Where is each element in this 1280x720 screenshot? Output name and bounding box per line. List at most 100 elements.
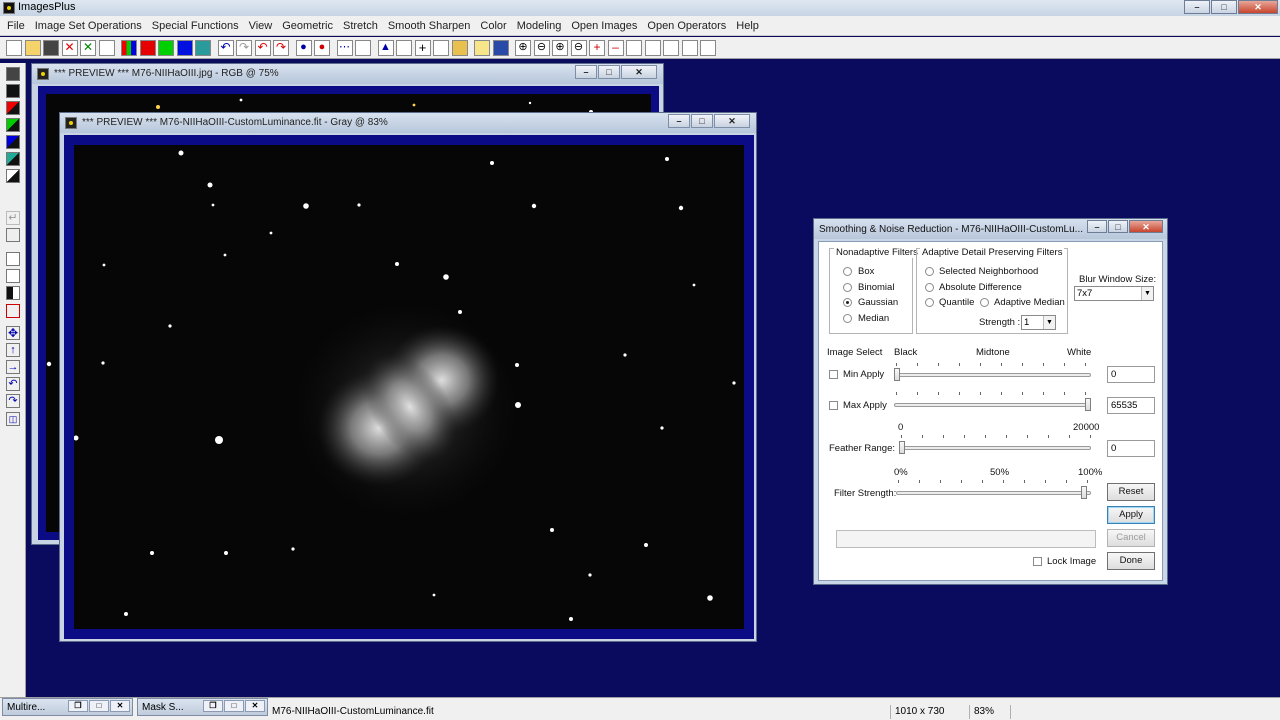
measure-icon[interactable]	[355, 39, 371, 56]
minimized-window-mask[interactable]: Mask S... ❐ □ ✕	[137, 698, 268, 716]
line-tool-icon[interactable]	[6, 228, 20, 242]
arrow-up-icon[interactable]: ↑	[6, 343, 20, 357]
gray-black-icon[interactable]	[6, 169, 20, 183]
rotate-right-icon[interactable]: ↷	[6, 394, 20, 408]
levels-icon[interactable]	[6, 269, 20, 283]
rotate-left-icon[interactable]: ↶	[6, 377, 20, 391]
zoom-in-icon[interactable]: ⊕	[515, 39, 531, 56]
window-tile-icon[interactable]	[644, 39, 661, 56]
close-all-icon[interactable]: ✕	[80, 39, 96, 56]
restore-icon[interactable]: ❐	[68, 700, 88, 712]
dialog-minimize-button[interactable]: –	[1087, 220, 1107, 233]
maximize-icon[interactable]: □	[89, 700, 109, 712]
close-image-icon[interactable]: ✕	[61, 39, 78, 56]
grid-overlay-icon[interactable]	[433, 39, 449, 56]
red-channel-icon[interactable]	[139, 39, 156, 56]
close-icon[interactable]: ✕	[110, 700, 130, 712]
arrow-right-icon[interactable]: →	[6, 360, 20, 374]
menu-view[interactable]: View	[244, 20, 278, 32]
lock-image-checkbox[interactable]	[1033, 557, 1042, 566]
apply-button[interactable]: Apply	[1107, 506, 1155, 524]
black-bar-icon[interactable]	[6, 286, 20, 300]
zoom-out-icon[interactable]: ⊖	[533, 39, 550, 56]
min-apply-slider-track[interactable]	[894, 373, 1091, 377]
curves-icon[interactable]	[396, 39, 412, 56]
max-apply-slider-track[interactable]	[894, 403, 1091, 407]
filter-median-radio[interactable]	[843, 314, 852, 323]
menu-open-images[interactable]: Open Images	[566, 20, 642, 32]
done-button[interactable]: Done	[1107, 552, 1155, 570]
strength-select[interactable]: 1 ▼	[1021, 315, 1056, 330]
region-icon[interactable]	[6, 304, 20, 318]
filter-binomial-radio[interactable]	[843, 283, 852, 292]
rgb-preview-title-bar[interactable]: *** PREVIEW *** M76-NIIHaOIII.jpg - RGB …	[32, 64, 663, 84]
filter-selected-neighborhood-radio[interactable]	[925, 267, 934, 276]
cyan-black-icon[interactable]	[6, 152, 20, 166]
filter-absolute-difference-radio[interactable]	[925, 283, 934, 292]
rgb-channels-icon[interactable]	[121, 39, 137, 56]
move-icon[interactable]: ✥	[6, 326, 20, 340]
book-icon[interactable]: ◫	[6, 412, 20, 426]
close-icon[interactable]: ✕	[245, 700, 265, 712]
zoom-fit-icon[interactable]: ⊕	[552, 39, 568, 56]
filter-strength-slider-track[interactable]	[896, 491, 1091, 495]
feather-value-field[interactable]: 0	[1107, 440, 1155, 457]
window-icon[interactable]	[626, 39, 642, 56]
feather-slider-thumb[interactable]	[899, 441, 905, 454]
reset-button[interactable]: Reset	[1107, 483, 1155, 501]
undo-all-icon[interactable]: ↶	[254, 39, 271, 56]
green-channel-icon[interactable]	[158, 39, 174, 56]
window-cascade-icon[interactable]	[663, 39, 679, 56]
cancel-button[interactable]: Cancel	[1107, 529, 1155, 547]
histogram-icon[interactable]: ▲	[377, 39, 394, 56]
menu-file[interactable]: File	[2, 20, 30, 32]
blue-black-icon[interactable]	[6, 135, 20, 149]
gray-preview-title-bar[interactable]: *** PREVIEW *** M76-NIIHaOIII-CustomLumi…	[60, 113, 756, 133]
blur-window-select[interactable]: 7x7 ▼	[1074, 286, 1154, 301]
menu-geometric[interactable]: Geometric	[277, 20, 338, 32]
app-minimize-button[interactable]: –	[1184, 0, 1210, 14]
record-red-icon[interactable]: ●	[314, 39, 330, 56]
menu-smooth-sharpen[interactable]: Smooth Sharpen	[383, 20, 476, 32]
filter-gaussian-radio[interactable]	[843, 298, 852, 307]
save-icon[interactable]	[43, 39, 59, 56]
rgb-preview-close-button[interactable]: ✕	[621, 65, 657, 79]
camera-icon[interactable]	[451, 39, 468, 56]
copy-icon[interactable]	[98, 39, 115, 56]
restore-icon[interactable]: ❐	[203, 700, 223, 712]
blue-channel-icon[interactable]	[176, 39, 193, 56]
minimized-window-multiresolution[interactable]: Multire... ❐ □ ✕	[2, 698, 133, 716]
save-icon[interactable]	[6, 67, 20, 81]
maximize-icon[interactable]: □	[224, 700, 244, 712]
window-single-icon[interactable]	[681, 39, 698, 56]
hook-icon[interactable]: ↵	[6, 211, 20, 225]
min-apply-checkbox[interactable]	[829, 370, 838, 379]
add-layer-icon[interactable]: +	[589, 39, 605, 56]
grid-icon[interactable]	[195, 39, 211, 56]
table-icon[interactable]	[492, 39, 509, 56]
menu-modeling[interactable]: Modeling	[512, 20, 567, 32]
dotted-line-icon[interactable]: ⋯	[336, 39, 353, 56]
app-restore-button[interactable]: □	[1211, 0, 1237, 14]
rgb-preview-maximize-button[interactable]: □	[598, 65, 620, 79]
max-apply-value-field[interactable]: 65535	[1107, 397, 1155, 414]
zoom-actual-icon[interactable]: ⊖	[570, 39, 587, 56]
record-blue-icon[interactable]: ●	[295, 39, 312, 56]
filter-box-radio[interactable]	[843, 267, 852, 276]
dialog-title-bar[interactable]: Smoothing & Noise Reduction - M76-NIIHaO…	[814, 219, 1167, 239]
filter-strength-slider-thumb[interactable]	[1081, 486, 1088, 499]
min-apply-value-field[interactable]: 0	[1107, 366, 1155, 383]
gray-preview-close-button[interactable]: ✕	[714, 114, 750, 128]
green-black-icon[interactable]	[6, 118, 20, 132]
red-black-icon[interactable]	[6, 101, 20, 115]
menu-open-operators[interactable]: Open Operators	[642, 20, 731, 32]
menu-special-functions[interactable]: Special Functions	[147, 20, 244, 32]
max-apply-checkbox[interactable]	[829, 401, 838, 410]
open-folder-icon[interactable]	[24, 39, 41, 56]
feather-slider-track[interactable]	[899, 446, 1091, 450]
select-rect-icon[interactable]	[6, 252, 20, 266]
min-apply-slider-thumb[interactable]	[894, 368, 900, 381]
app-close-button[interactable]: ✕	[1238, 0, 1278, 14]
gray-preview-minimize-button[interactable]: –	[668, 114, 690, 128]
black-swatch-icon[interactable]	[6, 84, 20, 98]
